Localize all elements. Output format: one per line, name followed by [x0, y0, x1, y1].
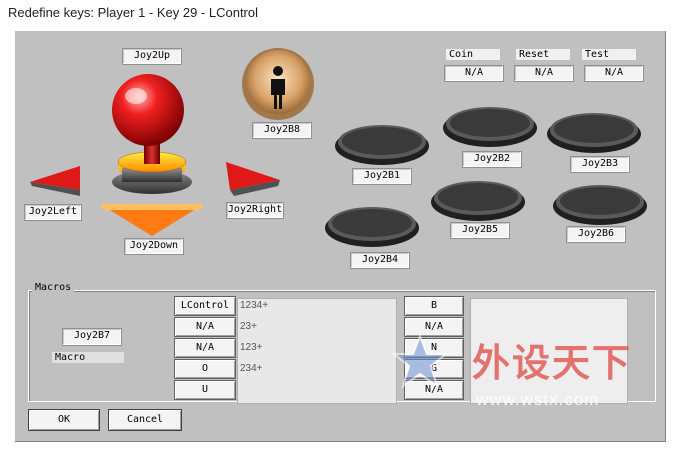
window-title: Redefine keys: Player 1 - Key 29 - LCont… — [8, 5, 259, 20]
player-button-label[interactable]: Joy2B8 — [252, 122, 312, 139]
macro-caption: Macro — [52, 352, 124, 363]
button-6-label[interactable]: Joy2B6 — [566, 226, 626, 243]
joy-left-label[interactable]: Joy2Left — [24, 204, 82, 221]
arcade-button-5-icon[interactable] — [430, 176, 526, 222]
cancel-button[interactable]: Cancel — [108, 409, 182, 431]
macro-trigger-label[interactable]: Joy2B7 — [62, 328, 122, 346]
watermark: 外设天下 www.wstx.com — [391, 333, 678, 422]
macros-title: Macros — [32, 282, 75, 293]
arcade-button-1-icon[interactable] — [334, 120, 430, 166]
reset-value[interactable]: N/A — [514, 65, 574, 82]
button-2-label[interactable]: Joy2B2 — [462, 151, 522, 168]
title-bar: Redefine keys: Player 1 - Key 29 - LCont… — [0, 0, 680, 26]
button-4-label[interactable]: Joy2B4 — [350, 252, 410, 269]
test-caption: Test — [582, 49, 636, 60]
button-1-label[interactable]: Joy2B1 — [352, 168, 412, 185]
macro-sequence-4: 234+ — [240, 363, 263, 374]
macro-output-1[interactable]: B — [404, 296, 464, 316]
macro-key-5[interactable]: U — [174, 380, 236, 400]
button-5-label[interactable]: Joy2B5 — [450, 222, 510, 239]
left-arrow-icon — [30, 166, 80, 196]
macro-sequence-2: 23+ — [240, 321, 257, 332]
joy-up-label[interactable]: Joy2Up — [122, 48, 182, 65]
redefine-keys-window: Redefine keys: Player 1 - Key 29 - LCont… — [0, 0, 680, 452]
coin-value[interactable]: N/A — [444, 65, 504, 82]
button-3-label[interactable]: Joy2B3 — [570, 156, 630, 173]
joy-down-label[interactable]: Joy2Down — [124, 238, 184, 255]
right-arrow-icon — [226, 162, 280, 196]
down-arrow-icon — [100, 204, 204, 236]
watermark-text: 外设天下 — [472, 341, 633, 385]
arcade-button-6-icon[interactable] — [552, 180, 648, 226]
ok-button[interactable]: OK — [28, 409, 100, 431]
arcade-button-2-icon[interactable] — [442, 102, 538, 148]
macro-sequence-3: 123+ — [240, 342, 263, 353]
player-button-icon[interactable] — [238, 46, 318, 122]
macro-key-4[interactable]: O — [174, 359, 236, 379]
arcade-button-3-icon[interactable] — [546, 108, 642, 154]
coin-caption: Coin — [446, 49, 500, 60]
macro-key-3[interactable]: N/A — [174, 338, 236, 358]
macro-sequence-1: 1234+ — [240, 300, 269, 311]
macro-key-1[interactable]: LControl — [174, 296, 236, 316]
reset-caption: Reset — [516, 49, 570, 60]
watermark-star-icon — [391, 333, 449, 389]
arcade-button-4-icon[interactable] — [324, 202, 420, 248]
test-value[interactable]: N/A — [584, 65, 644, 82]
watermark-url: www.wstx.com — [476, 390, 600, 409]
joy-right-label[interactable]: Joy2Right — [226, 202, 284, 219]
macro-key-2[interactable]: N/A — [174, 317, 236, 337]
